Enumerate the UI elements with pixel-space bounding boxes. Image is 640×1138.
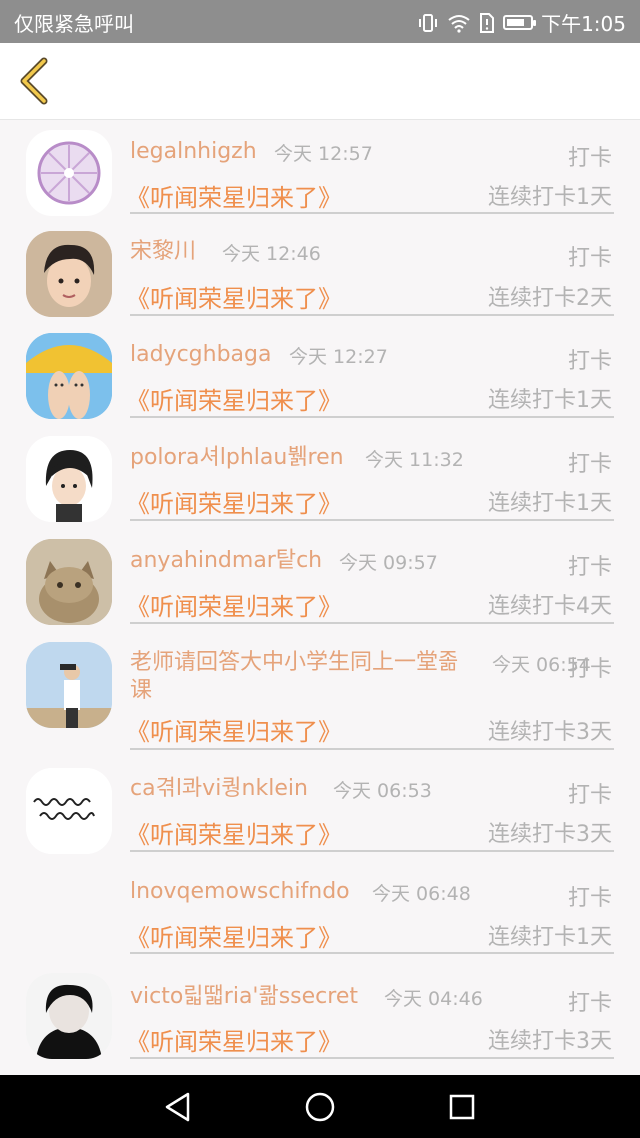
checkin-time: 今天 12:27: [289, 346, 388, 368]
user-name[interactable]: polora셔lphlau뷁ren: [130, 444, 344, 472]
streak-label: 连续打卡1天: [488, 388, 612, 413]
book-title[interactable]: 《听闻荣星归来了》: [126, 1022, 342, 1057]
checkin-time: 今天 04:46: [384, 988, 483, 1010]
checkin-time: 今天 11:32: [365, 449, 464, 471]
divider: [130, 952, 614, 954]
list-item[interactable]: legalnhigzh 今天 12:57 打卡 《听闻荣星归来了》 连续打卡1天: [0, 120, 640, 223]
streak-label: 连续打卡4天: [488, 594, 612, 619]
streak-label: 连续打卡1天: [488, 925, 612, 950]
list-item[interactable]: 宋黎川 今天 12:46 打卡 《听闻荣星归来了》 连续打卡2天: [0, 223, 640, 325]
user-name[interactable]: 宋黎川: [130, 238, 196, 266]
book-title[interactable]: 《听闻荣星归来了》: [126, 178, 342, 213]
vibrate-icon: [419, 13, 438, 32]
avatar[interactable]: [26, 436, 112, 522]
battery-icon: [503, 15, 537, 30]
streak-label: 连续打卡2天: [488, 286, 612, 311]
divider: [130, 748, 614, 750]
book-title[interactable]: 《听闻荣星归来了》: [126, 381, 342, 416]
checkin-time: 今天 12:46: [222, 243, 321, 265]
streak-label: 连续打卡1天: [488, 491, 612, 516]
checkin-tag: 打卡: [567, 555, 612, 580]
avatar[interactable]: [26, 539, 112, 625]
status-bar: 仅限紧急呼叫 下午1:05: [0, 0, 640, 43]
nav-bar: [0, 1075, 640, 1138]
sim-alert-icon: [480, 12, 495, 33]
user-name[interactable]: 老师请回答大中小学生同上一堂졺课: [130, 649, 460, 705]
home-circle-icon[interactable]: [304, 1091, 336, 1123]
user-name[interactable]: victo릷땗ria'콺ssecret: [130, 983, 358, 1011]
book-title[interactable]: 《听闻荣星归来了》: [126, 815, 342, 850]
list-item[interactable]: anyahindmar탙ch 今天 09:57 打卡 《听闻荣星归来了》 连续打…: [0, 531, 640, 634]
wifi-icon: [448, 14, 470, 33]
chevron-left-icon[interactable]: [14, 57, 54, 105]
divider: [130, 416, 614, 418]
streak-label: 连续打卡1天: [488, 185, 612, 210]
app-bar: [0, 43, 640, 120]
streak-label: 连续打卡3天: [488, 822, 612, 847]
avatar[interactable]: [26, 231, 112, 317]
list-item[interactable]: ladycghbaga 今天 12:27 打卡 《听闻荣星归来了》 连续打卡1天: [0, 325, 640, 428]
checkin-time: 今天 09:57: [339, 552, 438, 574]
checkin-tag: 打卡: [567, 452, 612, 477]
avatar[interactable]: [26, 869, 112, 955]
avatar[interactable]: [26, 768, 112, 854]
checkin-tag: 打卡: [567, 991, 612, 1016]
divider: [130, 1057, 614, 1059]
avatar[interactable]: [26, 130, 112, 216]
carrier-label: 仅限紧急呼叫: [14, 12, 134, 36]
divider: [130, 519, 614, 521]
list-item[interactable]: ca겪l콰vi퀑nklein 今天 06:53 打卡 《听闻荣星归来了》 连续打…: [0, 758, 640, 861]
user-name[interactable]: lnovqemowschifndo: [130, 878, 350, 906]
checkin-tag: 打卡: [567, 246, 612, 271]
divider: [130, 212, 614, 214]
checkin-time: 今天 06:48: [372, 883, 471, 905]
checkin-tag: 打卡: [567, 146, 612, 171]
book-title[interactable]: 《听闻荣星归来了》: [126, 279, 342, 314]
avatar[interactable]: [26, 642, 112, 728]
avatar[interactable]: [26, 333, 112, 419]
checkin-time: 今天 12:57: [274, 143, 373, 165]
recents-square-icon[interactable]: [448, 1091, 476, 1123]
book-title[interactable]: 《听闻荣星归来了》: [126, 484, 342, 519]
divider: [130, 314, 614, 316]
list-item[interactable]: 老师请回答大中小学生同上一堂졺课 今天 06:54 打卡 《听闻荣星归来了》 连…: [0, 634, 640, 758]
checkin-tag: 打卡: [567, 657, 612, 682]
avatar[interactable]: [26, 973, 112, 1059]
divider: [130, 622, 614, 624]
checkin-tag: 打卡: [567, 783, 612, 808]
list-item[interactable]: victo릷땗ria'콺ssecret 今天 04:46 打卡 《听闻荣星归来了…: [0, 963, 640, 1075]
list-item[interactable]: lnovqemowschifndo 今天 06:48 打卡 《听闻荣星归来了》 …: [0, 861, 640, 963]
checkin-tag: 打卡: [567, 349, 612, 374]
checkin-tag: 打卡: [567, 886, 612, 911]
list-item[interactable]: polora셔lphlau뷁ren 今天 11:32 打卡 《听闻荣星归来了》 …: [0, 428, 640, 531]
checkin-time: 今天 06:53: [333, 780, 432, 802]
user-name[interactable]: legalnhigzh: [130, 138, 257, 166]
status-time: 下午1:05: [541, 12, 626, 36]
user-name[interactable]: ca겪l콰vi퀑nklein: [130, 775, 308, 803]
book-title[interactable]: 《听闻荣星归来了》: [126, 587, 342, 622]
user-name[interactable]: ladycghbaga: [130, 341, 271, 369]
streak-label: 连续打卡3天: [488, 1029, 612, 1054]
streak-label: 连续打卡3天: [488, 720, 612, 745]
divider: [130, 850, 614, 852]
book-title[interactable]: 《听闻荣星归来了》: [126, 918, 342, 953]
checkin-list[interactable]: legalnhigzh 今天 12:57 打卡 《听闻荣星归来了》 连续打卡1天…: [0, 120, 640, 1075]
back-triangle-icon[interactable]: [163, 1091, 193, 1123]
user-name[interactable]: anyahindmar탙ch: [130, 547, 322, 575]
book-title[interactable]: 《听闻荣星归来了》: [126, 712, 342, 747]
